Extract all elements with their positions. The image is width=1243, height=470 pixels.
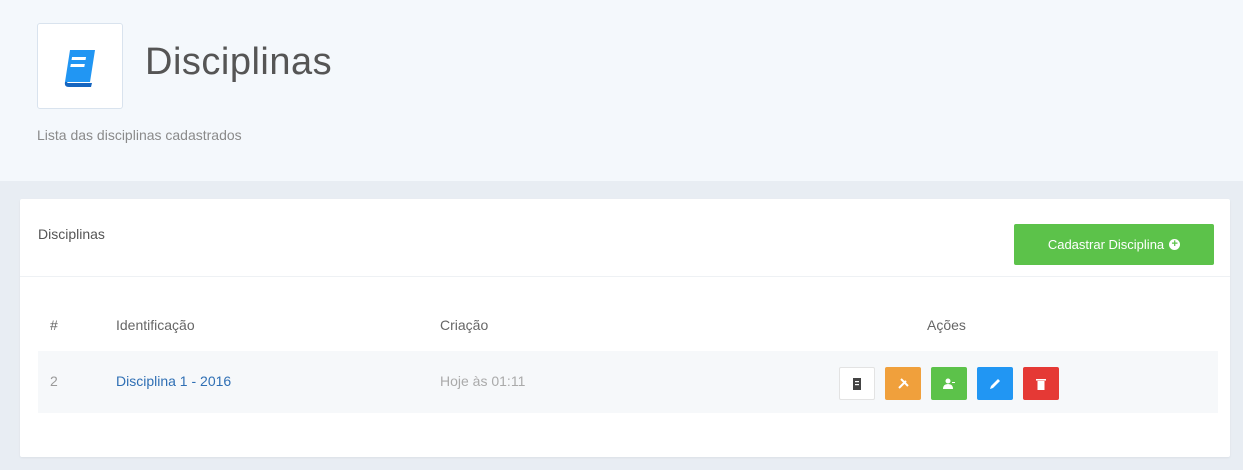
row-id: 2: [50, 373, 58, 389]
table-row: 2 Disciplina 1 - 2016 Hoje às 01:11: [38, 351, 1218, 413]
page-title: Disciplinas: [145, 41, 333, 83]
plus-circle-icon: +: [1169, 239, 1181, 250]
page-header: Disciplinas Lista das disciplinas cadast…: [0, 0, 1243, 181]
book-icon: [64, 50, 95, 87]
disciplinas-card: Disciplinas Cadastrar Disciplina + # Ide…: [20, 199, 1230, 457]
add-user-icon: [943, 378, 955, 389]
column-header-identificacao: Identificação: [116, 317, 195, 333]
cadastrar-disciplina-button[interactable]: Cadastrar Disciplina +: [1014, 224, 1214, 265]
report-icon: [853, 377, 861, 390]
page-subtitle: Lista das disciplinas cadastrados: [37, 127, 242, 143]
edit-button[interactable]: [977, 367, 1013, 400]
column-header-criacao: Criação: [440, 317, 489, 333]
trash-icon: [1036, 378, 1046, 390]
page-icon-box: [37, 23, 123, 109]
report-button[interactable]: [839, 367, 875, 400]
tools-icon: [897, 378, 909, 389]
column-header-acoes: Ações: [927, 317, 966, 333]
tools-button[interactable]: [885, 367, 921, 400]
add-user-button[interactable]: [931, 367, 967, 400]
card-title: Disciplinas: [38, 226, 105, 242]
row-criacao: Hoje às 01:11: [440, 373, 526, 389]
pencil-icon: [990, 378, 1000, 389]
delete-button[interactable]: [1023, 367, 1059, 400]
column-header-number: #: [50, 317, 58, 333]
cadastrar-disciplina-label: Cadastrar Disciplina: [1047, 237, 1165, 252]
card-divider: [20, 276, 1230, 277]
disciplina-link[interactable]: Disciplina 1 - 2016: [116, 373, 231, 389]
